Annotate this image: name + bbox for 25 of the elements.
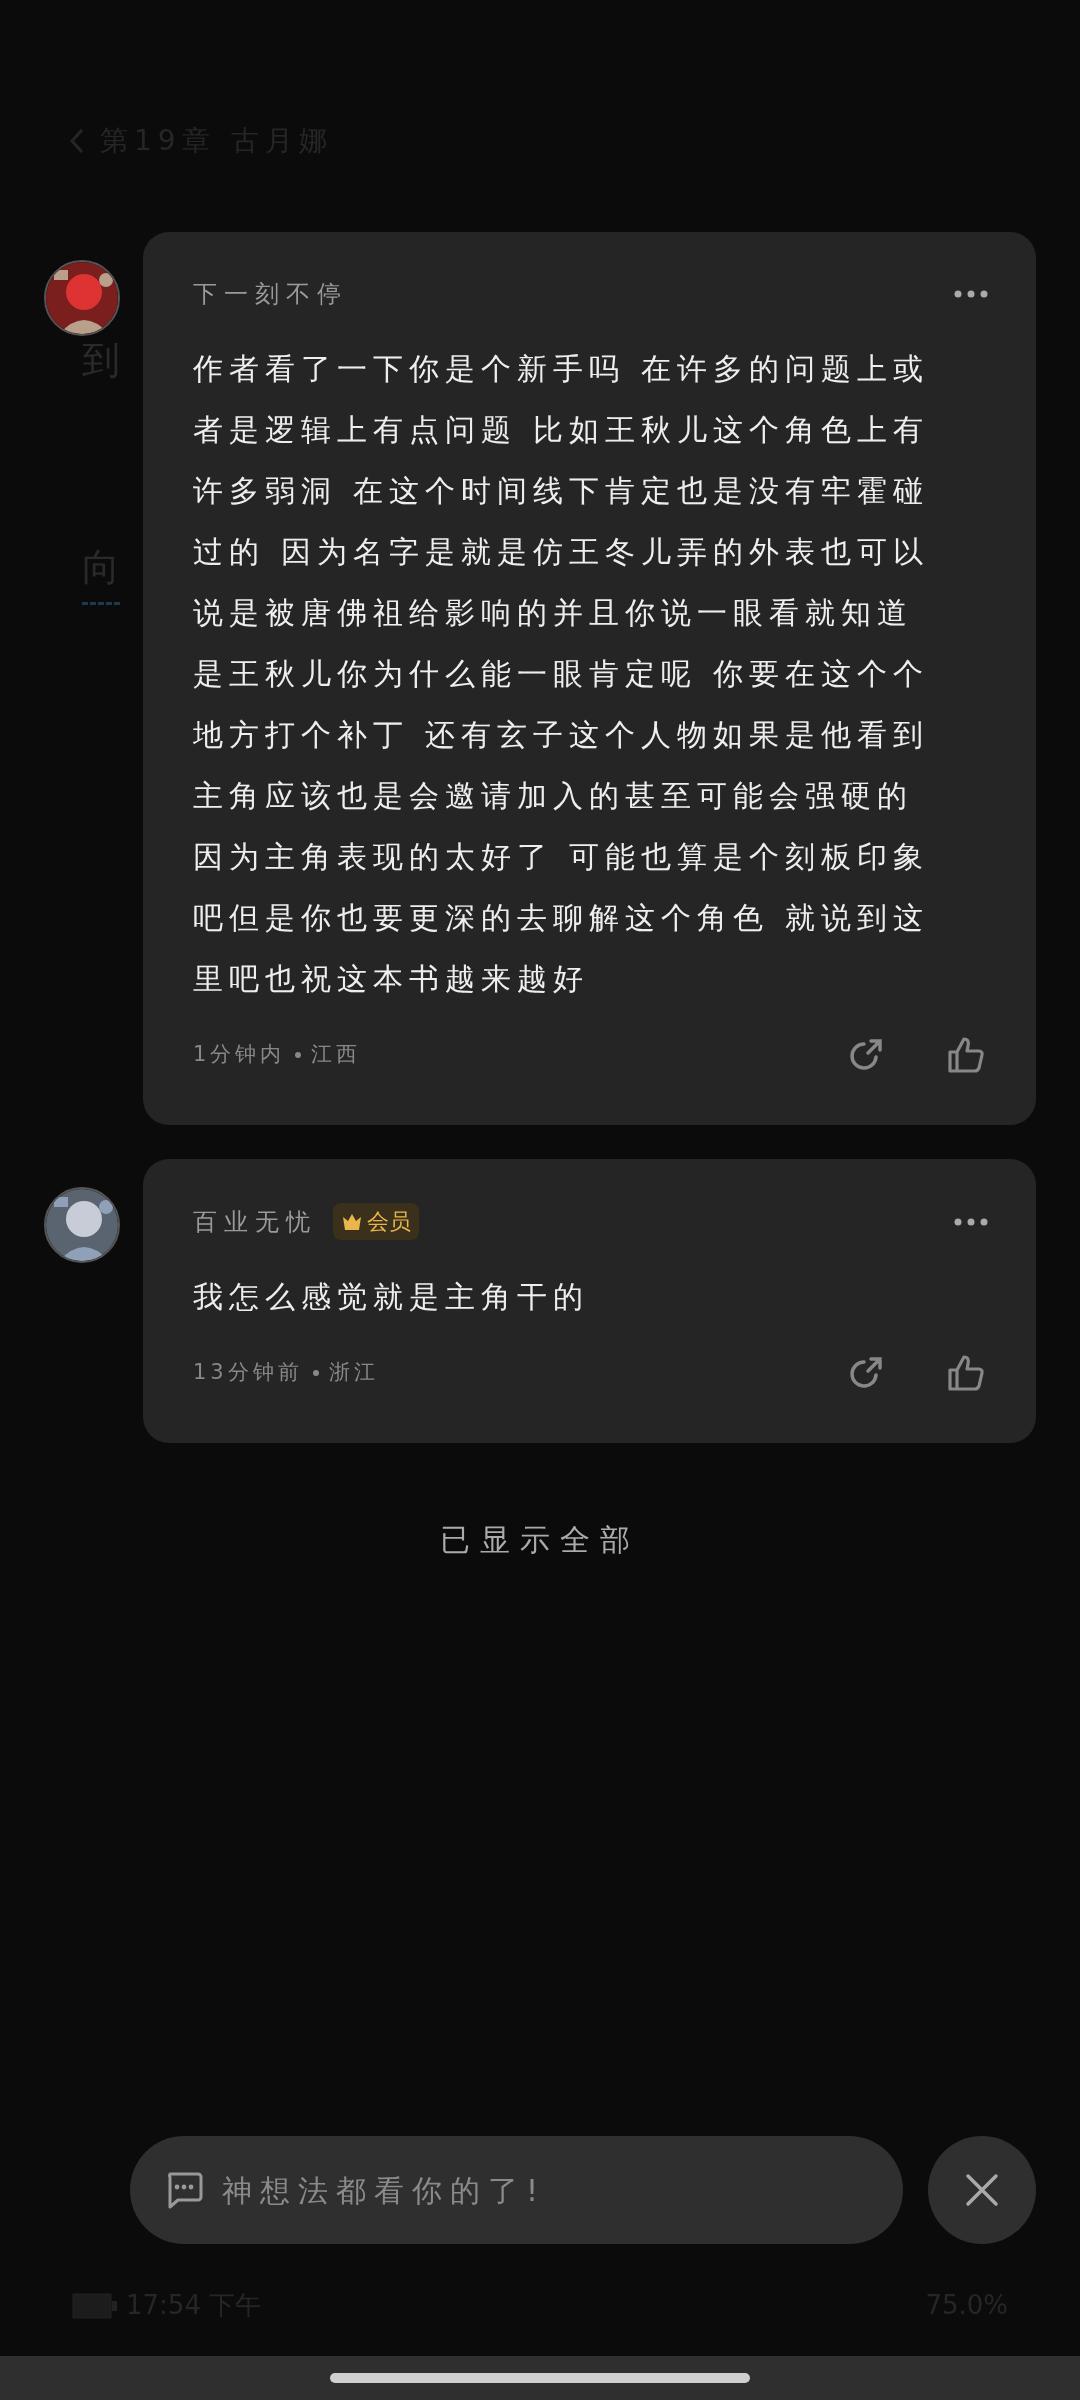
comment-input[interactable]: 神想法都看你的了! (220, 2166, 903, 2214)
comment-text-line: 里吧也祝这本书越来越好 (193, 961, 589, 996)
comment-text-line: 者是逻辑上有点问题 比如王秋儿这个角色上有 (193, 412, 929, 447)
more-icon[interactable] (954, 1217, 988, 1226)
close-icon (964, 2172, 1000, 2208)
comment-text-line: 我怎么感觉就是主角干的 (193, 1279, 589, 1314)
comment-text-line: 作者看了一下你是个新手吗 在许多的问题上或 (193, 351, 929, 386)
comment-text-line: 过的 因为名字是就是仿王冬儿弄的外表也可以 (193, 534, 929, 569)
comment-text-line: 是王秋儿你为什么能一眼肯定呢 你要在这个个 (193, 656, 929, 691)
comment-text-line: 许多弱洞 在这个时间线下肯定也是没有牢霍碰 (193, 473, 929, 508)
comment-time: 13分钟前 (193, 1359, 303, 1387)
comment-text-line: 吧但是你也要更深的去聊解这个角色 就说到这 (193, 900, 929, 935)
comment-time: 1分钟内 (193, 1041, 286, 1069)
comment-location: 浙江 (328, 1359, 379, 1387)
author-name[interactable]: 下一刻不停 (193, 276, 348, 312)
author-name[interactable]: 百业无忧 (193, 1203, 317, 1240)
comment-text-line: 因为主角表现的太好了 可能也算是个刻板印象 (193, 839, 929, 874)
more-icon[interactable] (954, 290, 988, 298)
comment-field[interactable]: 神想法都看你的了! (130, 2136, 903, 2244)
comment-text-line: 主角应该也是会邀请加入的甚至可能会强硬的 (193, 778, 913, 813)
comment-text-line: 地方打个补丁 还有玄子这个人物如果是他看到 (193, 717, 929, 752)
comment-text-line: 说是被唐佛祖给影响的并且你说一眼看就知道 (193, 595, 913, 630)
all-shown-note: 已显示全部 (440, 1521, 640, 1559)
member-badge: 会员 (333, 1203, 419, 1240)
comment-location: 江西 (311, 1041, 362, 1069)
